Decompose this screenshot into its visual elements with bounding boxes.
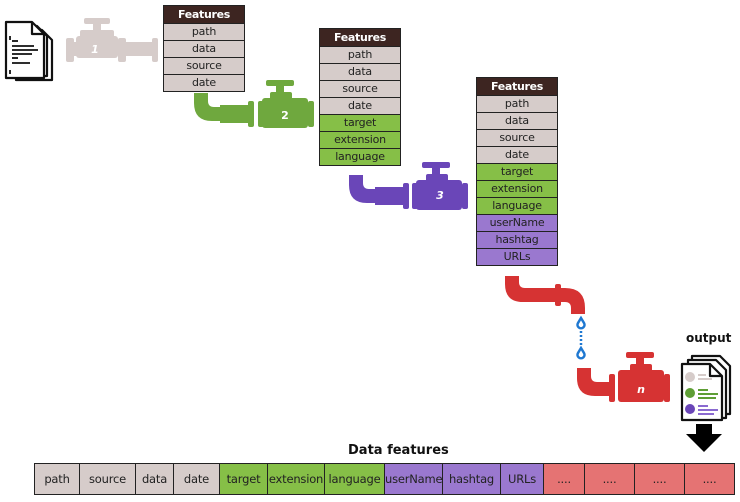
- features-table-header: Features: [477, 78, 557, 95]
- down-arrow-icon: [686, 424, 722, 452]
- valve-1-label: 1: [91, 43, 99, 56]
- data-feature-cell: path: [35, 464, 80, 494]
- features-table-stage-2: Features path data source date target ex…: [319, 28, 401, 166]
- feature-row: source: [164, 58, 244, 74]
- data-feature-cell: ....: [685, 464, 734, 494]
- output-label: output: [686, 331, 732, 345]
- feature-row: language: [320, 149, 400, 165]
- feature-row: extension: [320, 132, 400, 148]
- data-feature-cell: userName: [385, 464, 443, 494]
- feature-row: data: [320, 64, 400, 80]
- feature-row: data: [164, 41, 244, 57]
- features-table-header: Features: [164, 6, 244, 23]
- data-feature-cell: hashtag: [443, 464, 501, 494]
- feature-row: date: [320, 98, 400, 114]
- feature-row: path: [477, 96, 557, 112]
- feature-row: userName: [477, 215, 557, 231]
- pipe-stage-3: 3: [349, 162, 468, 210]
- feature-row: URLs: [477, 249, 557, 265]
- feature-row: language: [477, 198, 557, 214]
- features-table-stage-1: Features path data source date: [163, 5, 245, 92]
- feature-row: path: [320, 47, 400, 63]
- data-feature-cell: language: [325, 464, 385, 494]
- feature-row: target: [477, 164, 557, 180]
- feature-row: hashtag: [477, 232, 557, 248]
- data-feature-cell: date: [174, 464, 220, 494]
- valve-1-icon: 1: [66, 18, 158, 62]
- pipe-stage-n-upper: [505, 276, 585, 314]
- feature-row: date: [477, 147, 557, 163]
- feature-row: date: [164, 75, 244, 91]
- features-table-header: Features: [320, 29, 400, 46]
- feature-row: target: [320, 115, 400, 131]
- pipe-stage-n-lower: n: [577, 352, 670, 402]
- feature-row: source: [477, 130, 557, 146]
- data-feature-cell: ....: [585, 464, 635, 494]
- data-feature-cell: data: [136, 464, 174, 494]
- water-drop-icon: [576, 315, 586, 360]
- valve-2-label: 2: [281, 109, 289, 122]
- data-feature-cell: source: [80, 464, 136, 494]
- output-documents-icon: [680, 354, 732, 422]
- data-feature-cell: target: [220, 464, 268, 494]
- feature-row: path: [164, 24, 244, 40]
- valve-n-label: n: [637, 383, 645, 396]
- feature-row: data: [477, 113, 557, 129]
- data-feature-cell: URLs: [501, 464, 544, 494]
- data-features-bar: path source data date target extension l…: [34, 463, 735, 495]
- data-feature-cell: extension: [268, 464, 325, 494]
- input-documents-icon: [4, 20, 54, 82]
- feature-row: source: [320, 81, 400, 97]
- features-table-stage-3: Features path data source date target ex…: [476, 77, 558, 266]
- data-features-title: Data features: [348, 443, 449, 458]
- data-feature-cell: ....: [635, 464, 685, 494]
- feature-row: extension: [477, 181, 557, 197]
- valve-3-label: 3: [436, 189, 444, 202]
- data-feature-cell: ....: [544, 464, 585, 494]
